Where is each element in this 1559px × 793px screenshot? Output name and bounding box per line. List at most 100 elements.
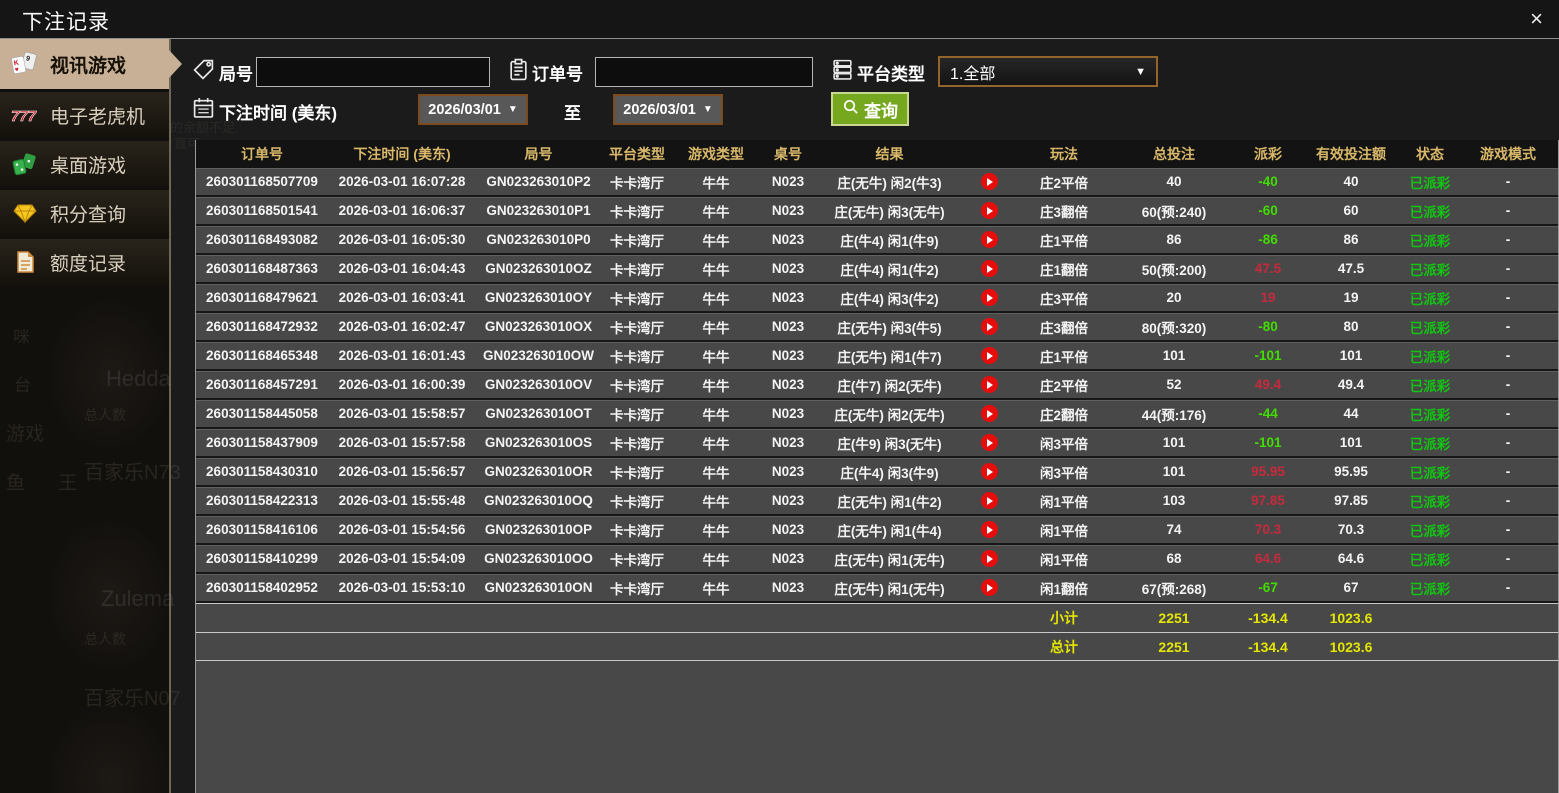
cell-method: 庄1翻倍 (1039, 262, 1088, 278)
cell-time: 2026-03-01 15:56:57 (338, 464, 466, 479)
date-from-select[interactable]: 2026/03/01 ▼ (418, 94, 528, 125)
cell-method: 闲1翻倍 (1039, 581, 1088, 597)
cell-mode: - (1505, 232, 1511, 247)
cell-mode: - (1505, 348, 1511, 363)
cell-valid: 47.5 (1337, 261, 1365, 276)
cell-order: 260301168501541 (206, 203, 318, 218)
sidebar-item-points-query[interactable]: 积分查询 (0, 190, 169, 236)
bet-time-label: 下注时间 (美东) (219, 104, 338, 123)
play-icon (987, 409, 993, 418)
cell-game: 牛牛 (702, 465, 730, 481)
cell-play (962, 231, 1016, 248)
cell-round: GN023263010P0 (486, 232, 591, 247)
cell-payout: -86 (1258, 232, 1278, 247)
cell-mode: - (1505, 261, 1511, 276)
play-video-button[interactable] (980, 289, 998, 306)
play-video-button[interactable] (980, 231, 998, 248)
cell-platform: 卡卡湾厅 (610, 407, 664, 423)
sidebar-item-label: 视讯游戏 (50, 55, 127, 77)
clipboard-icon (507, 58, 530, 86)
close-icon[interactable]: × (1530, 6, 1543, 32)
cell-platform: 卡卡湾厅 (610, 262, 664, 278)
cell-order: 260301158430310 (206, 464, 318, 479)
cell-platform: 卡卡湾厅 (610, 378, 664, 394)
cell-valid: 95.95 (1334, 464, 1368, 479)
cell-play (962, 260, 1016, 277)
table-row: 260301158402952 2026-03-01 15:53:10 GN0232… (196, 574, 1558, 603)
platform-type-select[interactable]: 1.全部 ▼ (938, 56, 1158, 87)
cell-time: 2026-03-01 16:05:30 (338, 232, 466, 247)
cell-valid: 49.4 (1337, 377, 1365, 392)
play-icon (987, 583, 993, 592)
order-number-input[interactable] (595, 57, 813, 87)
play-video-button[interactable] (980, 347, 998, 364)
play-video-button[interactable] (980, 405, 998, 422)
cell-tableno: N023 (771, 174, 805, 189)
search-icon (842, 98, 859, 120)
cell-result: 庄(无牛) 闲3(无牛) (834, 204, 945, 220)
cell-valid: 44 (1343, 406, 1359, 421)
cell-platform: 卡卡湾厅 (610, 233, 664, 249)
sidebar-item-label: 额度记录 (50, 253, 127, 275)
cell-payout: 70.3 (1254, 522, 1282, 537)
sidebar-item-label: 电子老虎机 (50, 106, 146, 128)
cell-status: 已派彩 (1409, 378, 1451, 394)
sidebar-item-credit-records[interactable]: 额度记录 (0, 239, 169, 285)
cell-payout: 97.85 (1251, 493, 1285, 508)
play-video-button[interactable] (980, 492, 998, 509)
cell-payout: -44 (1258, 406, 1278, 421)
play-video-button[interactable] (980, 463, 998, 480)
play-icon (987, 351, 993, 360)
date-to-select[interactable]: 2026/03/01 ▼ (613, 94, 723, 125)
cell-status: 已派彩 (1409, 262, 1451, 278)
cell-method: 庄2翻倍 (1039, 407, 1088, 423)
column-header: 游戏模式 (1480, 146, 1536, 162)
cell-mode: - (1505, 203, 1511, 218)
table-row: 260301158430310 2026-03-01 15:56:57 GN0232… (196, 458, 1558, 487)
search-button[interactable]: 查询 (831, 92, 909, 126)
play-video-button[interactable] (980, 376, 998, 393)
gem-icon (9, 202, 41, 224)
round-number-input[interactable] (256, 57, 490, 87)
cell-round: GN023263010OW (482, 348, 595, 363)
ghost-text: 百家乐N07 (84, 688, 181, 710)
table-row: 260301168507709 2026-03-01 16:07:28 GN0232… (196, 168, 1558, 197)
cell-bet: 103 (1162, 493, 1186, 508)
sidebar-item-table-games[interactable]: 桌面游戏 (0, 141, 169, 187)
sidebar-item-slots[interactable]: 777 电子老虎机 (0, 92, 169, 138)
cell-game: 牛牛 (702, 291, 730, 307)
column-header: 局号 (524, 146, 553, 162)
cell-mode: - (1505, 493, 1511, 508)
summary-total-bet: 2251 (1158, 610, 1190, 626)
play-video-button[interactable] (980, 579, 998, 596)
cell-status: 已派彩 (1409, 436, 1451, 452)
table-row: 260301158416106 2026-03-01 15:54:56 GN0232… (196, 516, 1558, 545)
play-video-button[interactable] (980, 434, 998, 451)
play-video-button[interactable] (980, 318, 998, 335)
cell-game: 牛牛 (702, 552, 730, 568)
cell-mode: - (1505, 435, 1511, 450)
to-label: 至 (564, 104, 581, 123)
date-to-value: 2026/03/01 (623, 101, 696, 118)
cell-valid: 40 (1343, 174, 1359, 189)
calendar-icon (192, 96, 215, 124)
cell-tableno: N023 (771, 493, 805, 508)
play-video-button[interactable] (980, 521, 998, 538)
sidebar-item-live-games[interactable]: 9 K ♥ 视讯游戏 (0, 39, 182, 89)
play-video-button[interactable] (980, 550, 998, 567)
column-header: 结果 (875, 146, 904, 162)
play-video-button[interactable] (980, 202, 998, 219)
cell-result: 庄(无牛) 闲1(无牛) (834, 552, 945, 568)
table-row: 260301158410299 2026-03-01 15:54:09 GN0232… (196, 545, 1558, 574)
play-video-button[interactable] (980, 173, 998, 190)
cell-tableno: N023 (771, 580, 805, 595)
cell-valid: 64.6 (1337, 551, 1365, 566)
cell-round: GN023263010OQ (484, 493, 593, 508)
summary-valid-bet: 1023.6 (1329, 610, 1373, 626)
cell-status: 已派彩 (1409, 552, 1451, 568)
column-header: 游戏类型 (688, 146, 744, 162)
cell-status: 已派彩 (1409, 349, 1451, 365)
cell-order: 260301158437909 (206, 435, 318, 450)
cell-payout: -40 (1258, 174, 1278, 189)
play-video-button[interactable] (980, 260, 998, 277)
